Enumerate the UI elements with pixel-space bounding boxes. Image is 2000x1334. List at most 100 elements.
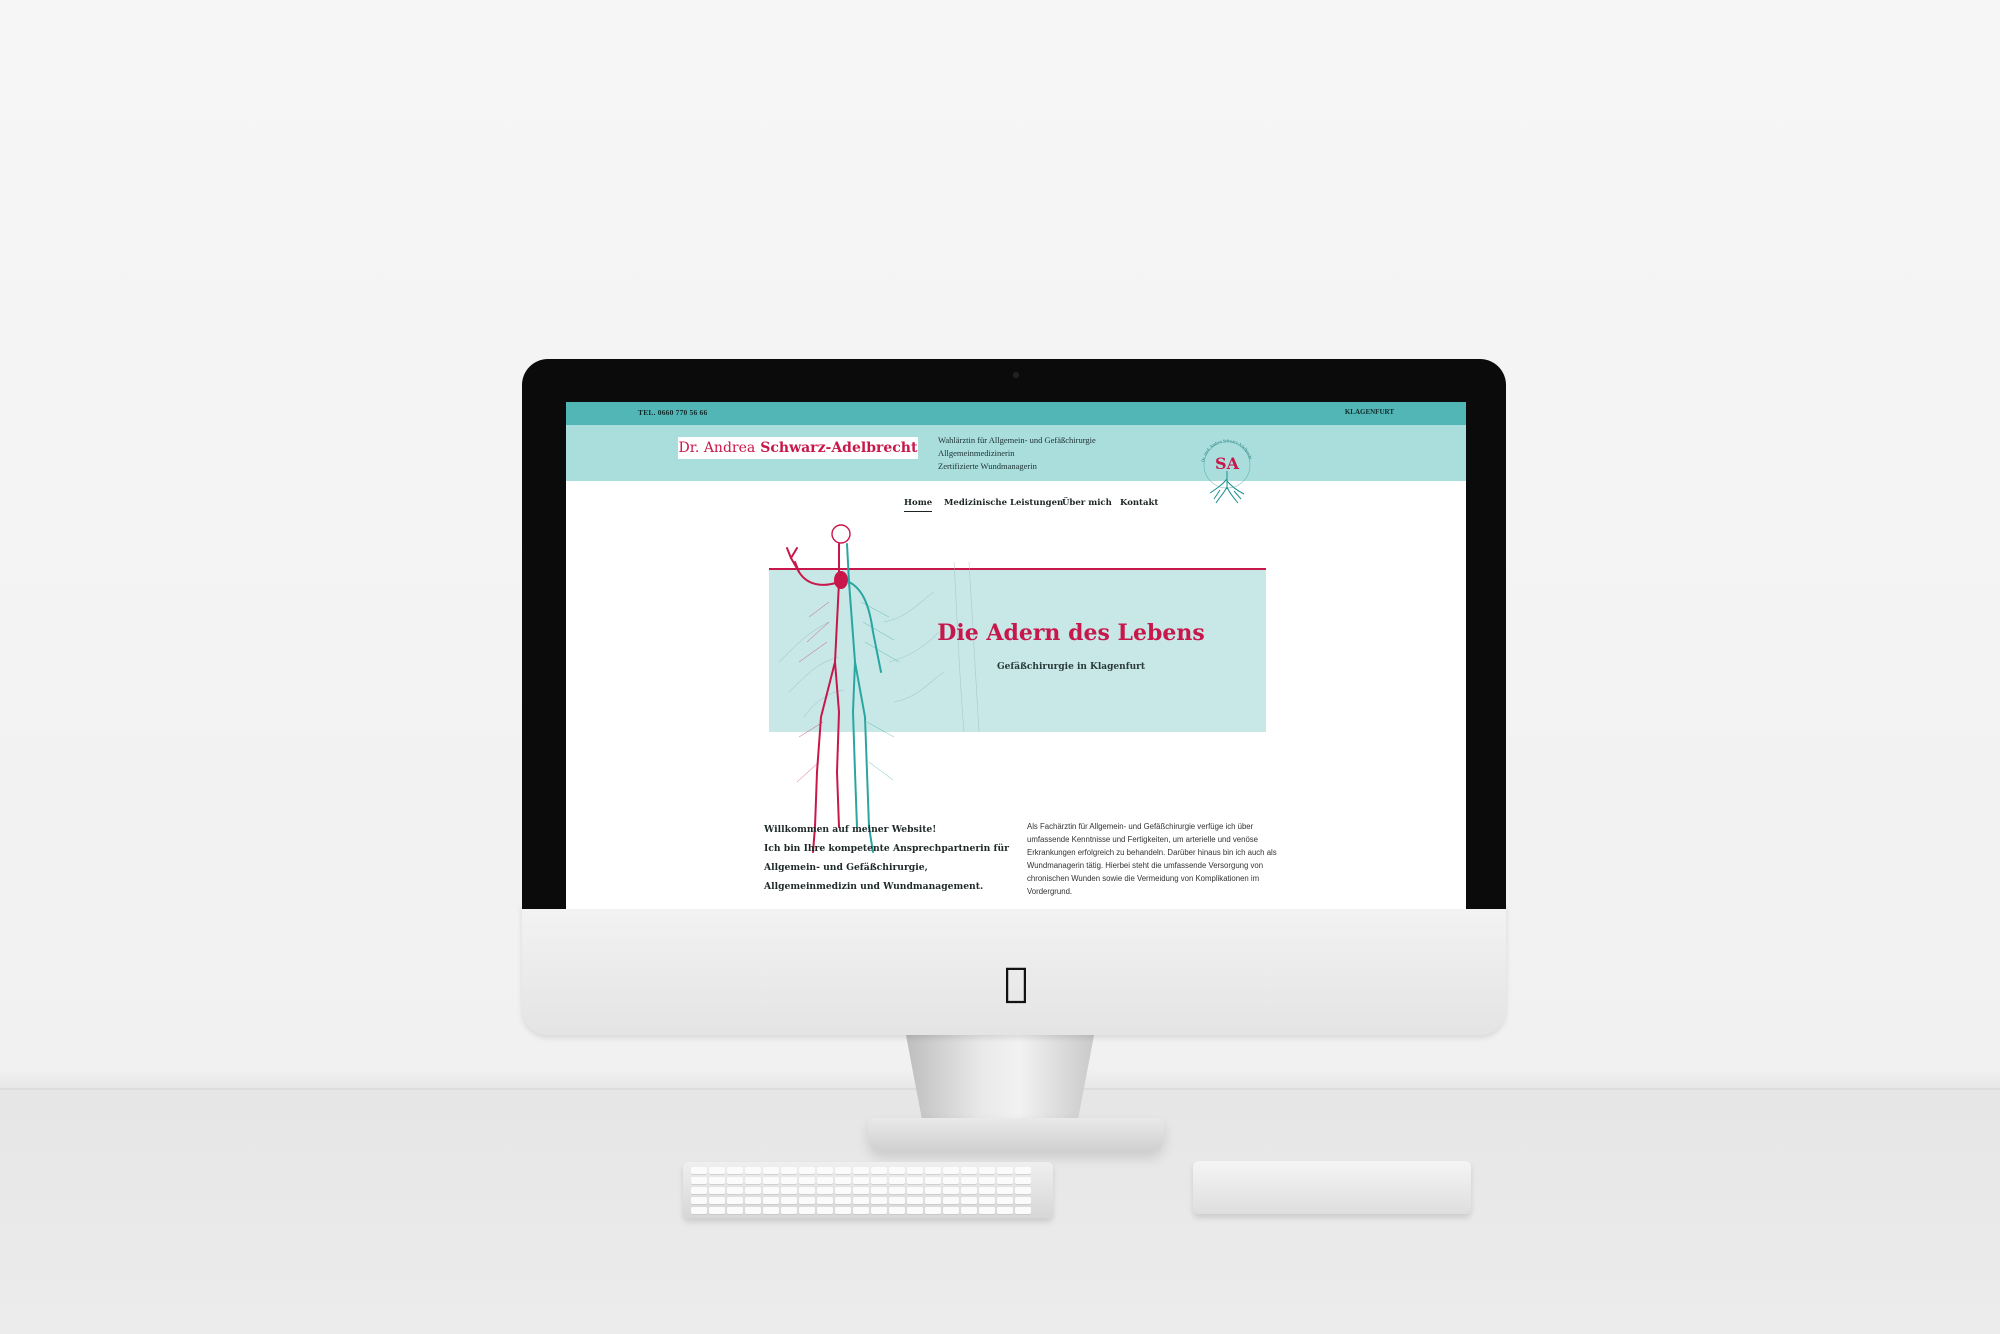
top-bar: TEL. 0660 770 56 66 KLAGENFURT (566, 402, 1466, 425)
keyboard-key (799, 1207, 815, 1214)
keyboard-key (709, 1177, 725, 1184)
keyboard-row (691, 1187, 1031, 1194)
keyboard-key (907, 1167, 923, 1174)
keyboard-key (799, 1167, 815, 1174)
keyboard-key (925, 1187, 941, 1194)
keyboard-key (943, 1187, 959, 1194)
location-label: KLAGENFURT (1344, 408, 1394, 416)
site-logo-name[interactable]: Dr. Andrea Schwarz-Adelbrecht (678, 437, 918, 459)
keyboard-key (835, 1167, 851, 1174)
keyboard-key (691, 1177, 707, 1184)
keyboard-row (691, 1197, 1031, 1204)
keyboard-key (763, 1177, 779, 1184)
keyboard-key (727, 1197, 743, 1204)
keyboard-key (763, 1197, 779, 1204)
keyboard-key (925, 1197, 941, 1204)
phone-number[interactable]: TEL. 0660 770 56 66 (638, 408, 707, 417)
keyboard-key (853, 1177, 869, 1184)
main-nav: Home Medizinische Leistungen Über mich K… (566, 498, 1466, 518)
hero-subtitle: Gefäßchirurgie in Klagenfurt (996, 662, 1146, 672)
keyboard-key (979, 1197, 995, 1204)
keyboard-key (817, 1177, 833, 1184)
keyboard-key (709, 1187, 725, 1194)
keyboard-key (727, 1187, 743, 1194)
keyboard-key (781, 1187, 797, 1194)
keyboard-key (871, 1197, 887, 1204)
intro-paragraph: Als Fachärztin für Allgemein- und Gefäßc… (1027, 822, 1277, 896)
keyboard-key (961, 1197, 977, 1204)
nav-services[interactable]: Medizinische Leistungen (944, 498, 1063, 508)
keyboard-key (943, 1197, 959, 1204)
keyboard-key (781, 1197, 797, 1204)
keyboard-key (781, 1207, 797, 1214)
nav-home[interactable]: Home (904, 498, 933, 512)
keyboard-key (835, 1197, 851, 1204)
keyboard-key (1015, 1167, 1031, 1174)
nav-contact[interactable]: Kontakt (1120, 498, 1158, 508)
name-first: Dr. Andrea (678, 440, 756, 456)
keyboard-key (853, 1167, 869, 1174)
keyboard-key (943, 1167, 959, 1174)
keyboard-key (817, 1187, 833, 1194)
keyboard-key (925, 1177, 941, 1184)
welcome-line: Willkommen auf meiner Website! (764, 824, 937, 835)
keyboard-key (997, 1177, 1013, 1184)
keyboard-key (961, 1187, 977, 1194)
keyboard-key (745, 1207, 761, 1214)
keyboard-key (1015, 1207, 1031, 1214)
keyboard-key (691, 1167, 707, 1174)
keyboard-key (835, 1187, 851, 1194)
name-last: Schwarz-Adelbrecht (760, 440, 918, 456)
keyboard-key (799, 1197, 815, 1204)
keyboard-key (799, 1187, 815, 1194)
emblem-monogram: SA (1215, 454, 1240, 473)
keyboard-key (889, 1187, 905, 1194)
keyboard-key (709, 1207, 725, 1214)
keyboard-key (943, 1207, 959, 1214)
keyboard-key (979, 1167, 995, 1174)
camera-icon (1013, 372, 1019, 378)
keyboard-key (925, 1207, 941, 1214)
keyboard-key (889, 1197, 905, 1204)
keyboard-key (709, 1197, 725, 1204)
keyboard-key (1015, 1187, 1031, 1194)
keyboard-key (853, 1207, 869, 1214)
keyboard-key (1015, 1177, 1031, 1184)
keyboard-key (925, 1167, 941, 1174)
keyboard-key (817, 1207, 833, 1214)
keyboard-key (817, 1197, 833, 1204)
keyboard-key (727, 1177, 743, 1184)
keyboard-key (871, 1207, 887, 1214)
website-screen: TEL. 0660 770 56 66 KLAGENFURT Dr. Andre… (566, 402, 1466, 909)
emblem-logo: Dr. med. Andrea Schwarz-Adelbrecht SA (1200, 438, 1253, 504)
keyboard-key (799, 1177, 815, 1184)
keyboard-key (997, 1197, 1013, 1204)
keyboard-key (871, 1177, 887, 1184)
keyboard-key (853, 1187, 869, 1194)
welcome-text: Willkommen auf meiner Website! Ich bin I… (764, 820, 1014, 896)
welcome-line: Ich bin Ihre kompetente Ansprechpartneri… (764, 843, 1009, 854)
keyboard-key (907, 1197, 923, 1204)
keyboard-key (997, 1207, 1013, 1214)
keyboard-key (763, 1167, 779, 1174)
keyboard-key (817, 1167, 833, 1174)
hero-title: Die Adern des Lebens (937, 620, 1205, 646)
keyboard-key (745, 1187, 761, 1194)
keyboard-row (691, 1167, 1031, 1174)
keyboard-key (907, 1177, 923, 1184)
keyboard-key (889, 1207, 905, 1214)
keyboard-key (763, 1187, 779, 1194)
qualifications: Wahlärztin für Allgemein- und Gefäßchiru… (938, 434, 1096, 473)
imac-stand-base (868, 1118, 1164, 1152)
keyboard-key (907, 1187, 923, 1194)
qualification-item: Wahlärztin für Allgemein- und Gefäßchiru… (938, 435, 1096, 445)
keyboard-key (943, 1177, 959, 1184)
keyboard-key (961, 1177, 977, 1184)
keyboard-key (835, 1177, 851, 1184)
keyboard-key (691, 1197, 707, 1204)
keyboard-key (997, 1167, 1013, 1174)
nav-about[interactable]: Über mich (1062, 498, 1112, 508)
keyboard-key (979, 1177, 995, 1184)
qualification-item: Allgemeinmedizinerin (938, 448, 1015, 458)
keyboard-key (889, 1167, 905, 1174)
